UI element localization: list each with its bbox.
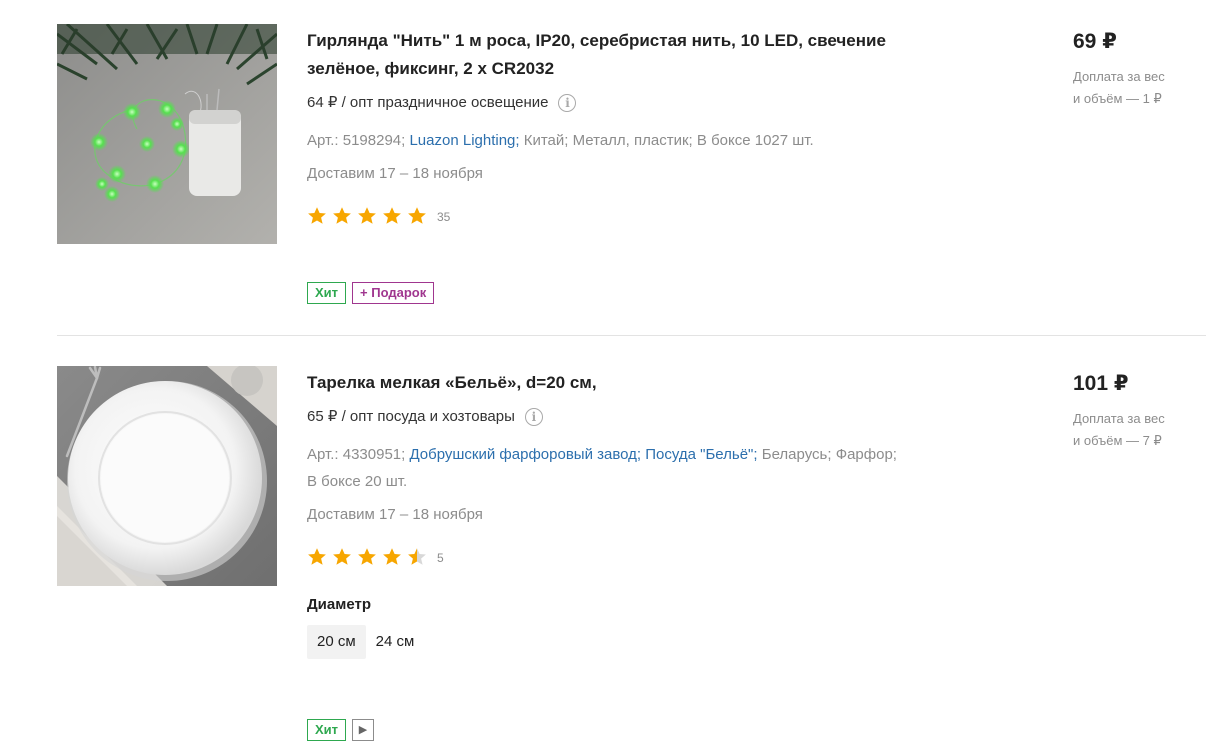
variant-label: Диаметр	[307, 596, 371, 613]
star-icon	[358, 548, 376, 565]
wholesale-price-text: 64 ₽ / опт праздничное освещение	[307, 94, 549, 111]
series-link[interactable]: Посуда "Бельё";	[645, 446, 757, 463]
product-title[interactable]: Тарелка мелкая «Бельё», d=20 см,	[307, 369, 967, 397]
product-info: Тарелка мелкая «Бельё», d=20 см, 65 ₽ / …	[307, 369, 967, 659]
product-attributes: Арт.: 4330951; Добрушский фарфоровый зав…	[307, 441, 967, 495]
surcharge-line-1: Доплата за вес	[1073, 69, 1165, 84]
price: 101 ₽	[1073, 372, 1129, 395]
brand-link[interactable]: Добрушский фарфоровый завод;	[409, 446, 641, 463]
title-text[interactable]: Тарелка мелкая «Бельё», d=20 см,	[307, 373, 597, 392]
star-icon	[408, 548, 426, 565]
info-icon[interactable]: i	[524, 408, 543, 426]
wholesale-price-text: 65 ₽ / опт посуда и хозтовары	[307, 408, 515, 425]
surcharge-line-2: и объём — 1 ₽	[1073, 91, 1162, 106]
product-list: Гирлянда "Нить" 1 м роса, IP20, серебрис…	[0, 0, 1206, 749]
box-quantity: В боксе 20 шт.	[307, 473, 408, 490]
material: Фарфор;	[835, 446, 897, 463]
price: 69 ₽	[1073, 30, 1117, 53]
surcharge-note: Доплата за вес и объём — 7 ₽	[1073, 408, 1193, 452]
product-card: Гирлянда "Нить" 1 м роса, IP20, серебрис…	[0, 0, 1206, 336]
star-icon	[333, 548, 351, 565]
star-icon	[333, 207, 351, 224]
article-number: Арт.: 4330951;	[307, 446, 406, 463]
title-line-1[interactable]: Гирлянда "Нить" 1 м роса, IP20, серебрис…	[307, 31, 886, 50]
product-attributes: Арт.: 5198294; Luazon Lighting; Китай; М…	[307, 127, 967, 154]
star-icon	[308, 548, 326, 565]
hit-badge: Хит	[307, 282, 347, 304]
product-image-garland[interactable]	[57, 24, 277, 244]
delivery-date: Доставим 17 – 18 ноября	[307, 165, 483, 182]
article-number: Арт.: 5198294;	[307, 132, 406, 149]
delivery-date: Доставим 17 – 18 ноября	[307, 506, 483, 523]
product-title[interactable]: Гирлянда "Нить" 1 м роса, IP20, серебрис…	[307, 27, 967, 83]
box-quantity: В боксе 1027 шт.	[696, 132, 814, 149]
country: Китай;	[523, 132, 569, 149]
variant-option-24[interactable]: 24 см	[366, 625, 425, 659]
star-icon	[308, 207, 326, 224]
price-block: 69 ₽ Доплата за вес и объём — 1 ₽	[1073, 28, 1193, 110]
product-card: Тарелка мелкая «Бельё», d=20 см, 65 ₽ / …	[0, 336, 1206, 749]
surcharge-line-1: Доплата за вес	[1073, 411, 1165, 426]
play-icon[interactable]: ▶	[352, 719, 375, 741]
product-image-plate[interactable]	[57, 366, 277, 586]
review-count[interactable]: 35	[437, 210, 450, 224]
price-block: 101 ₽ Доплата за вес и объём — 7 ₽	[1073, 370, 1193, 452]
hit-badge: Хит	[307, 719, 347, 741]
badges: Хит ▶	[307, 719, 380, 741]
star-icon	[408, 207, 426, 224]
title-line-2[interactable]: зелёное, фиксинг, 2 х CR2032	[307, 59, 554, 78]
star-icon	[383, 548, 401, 565]
rating[interactable]: 5	[307, 545, 967, 569]
variant-option-20[interactable]: 20 см	[307, 625, 366, 659]
gift-badge[interactable]: + Подарок	[352, 282, 435, 304]
variant-selector: 20 см 24 см	[307, 625, 967, 659]
wholesale-price: 65 ₽ / опт посуда и хозтовары i	[307, 407, 967, 427]
badges: Хит + Подарок	[307, 282, 440, 304]
brand-link[interactable]: Luazon Lighting;	[409, 132, 519, 149]
surcharge-note: Доплата за вес и объём — 1 ₽	[1073, 66, 1193, 110]
review-count[interactable]: 5	[437, 551, 444, 565]
material: Металл, пластик;	[572, 132, 693, 149]
star-icon	[358, 207, 376, 224]
product-info: Гирлянда "Нить" 1 м роса, IP20, серебрис…	[307, 27, 967, 228]
info-icon[interactable]: i	[558, 94, 577, 112]
country: Беларусь;	[761, 446, 832, 463]
wholesale-price: 64 ₽ / опт праздничное освещение i	[307, 93, 967, 113]
rating[interactable]: 35	[307, 204, 967, 228]
surcharge-line-2: и объём — 7 ₽	[1073, 433, 1162, 448]
star-icon	[383, 207, 401, 224]
